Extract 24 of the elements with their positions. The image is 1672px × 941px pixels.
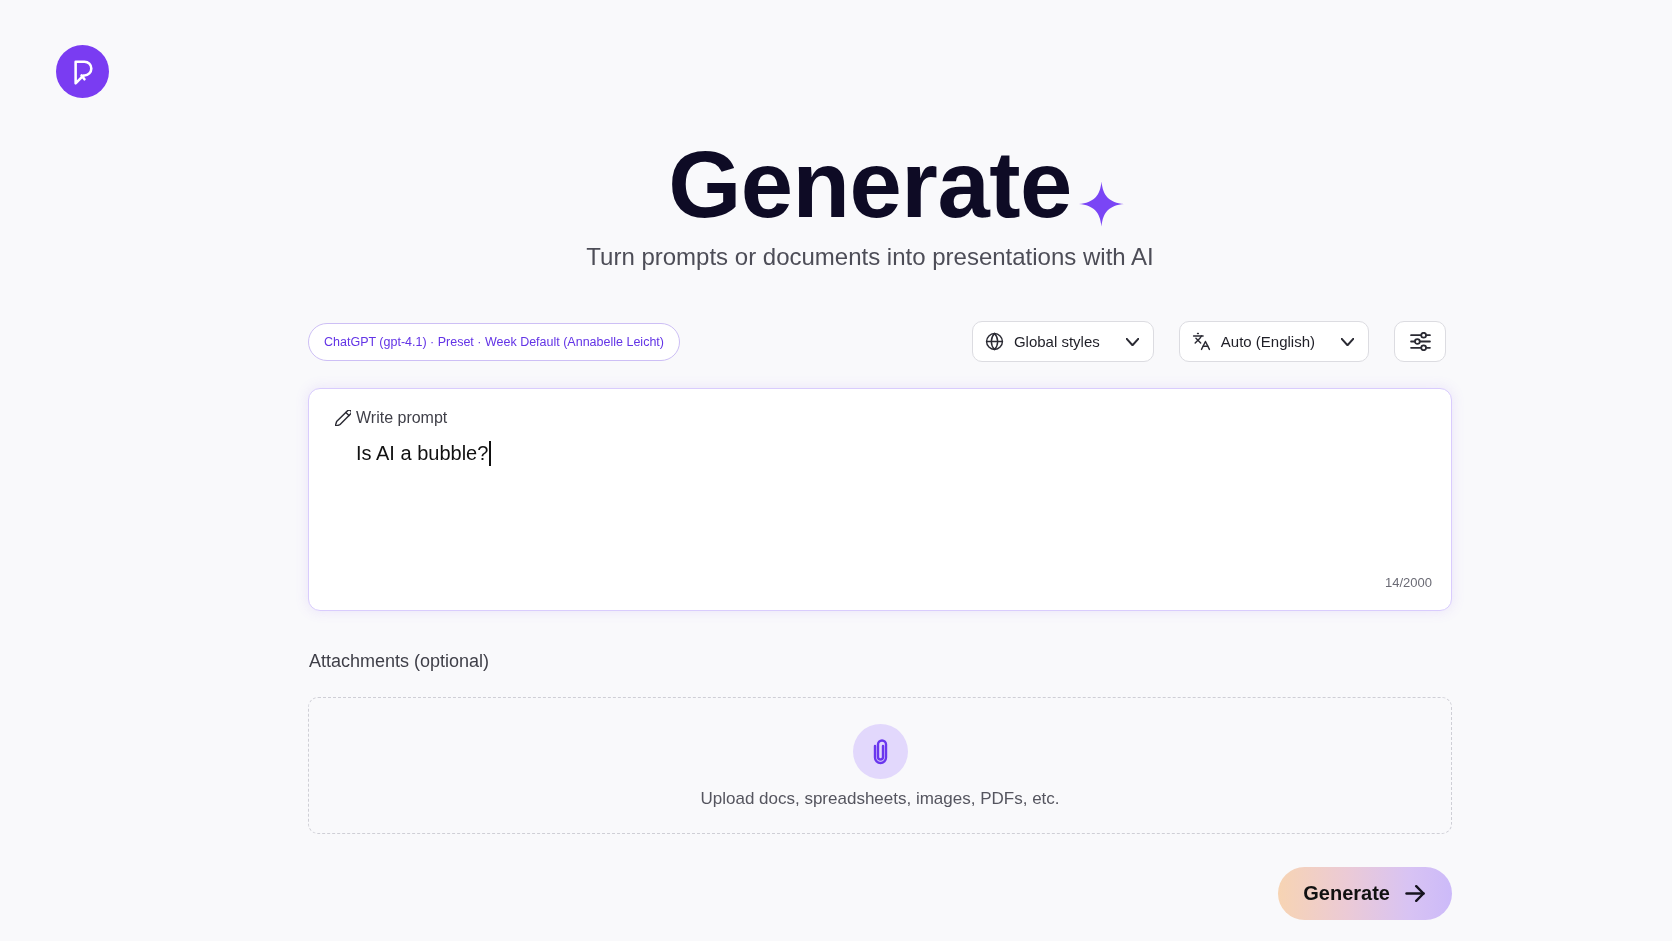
arrow-right-icon [1405,885,1425,902]
attachments-label: Attachments (optional) [309,650,490,673]
upload-hint: Upload docs, spreadsheets, images, PDFs, etc. [700,788,1060,810]
generate-button[interactable]: Generate [1278,867,1452,920]
prompt-text: Is AI a bubble? [356,441,489,466]
paperclip-icon [852,724,908,779]
settings-button[interactable] [1394,321,1446,362]
text-cursor-icon [489,440,492,466]
page-subtitle: Turn prompts or documents into presentations with AI [586,242,1154,271]
prompt-field[interactable]: Write prompt Is AI a bubble? 14/2000 [308,388,1452,611]
character-count: 14/2000 [1385,574,1432,592]
logo-icon[interactable] [56,45,109,98]
sliders-icon [1409,332,1431,351]
page-title: Generate [668,138,1072,232]
chevron-down-icon [1125,337,1139,346]
chevron-down-icon [1341,337,1354,346]
pencil-icon [335,410,351,426]
translate-icon [1191,332,1211,351]
styles-dropdown[interactable]: Global styles [971,321,1154,362]
prompt-label: Write prompt [356,408,448,428]
globe-icon [984,332,1004,351]
language-dropdown[interactable]: Auto (English) [1178,321,1369,362]
model-preset-chip[interactable]: ChatGPT (gpt-4.1) · Preset · Week Default (Annabelle Leicht) [308,322,680,361]
upload-dropzone[interactable]: Upload docs, spreadsheets, images, PDFs, etc. [308,697,1452,834]
